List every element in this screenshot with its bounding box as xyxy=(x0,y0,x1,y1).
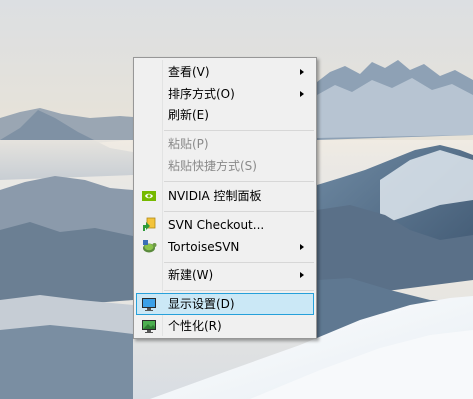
submenu-arrow-icon xyxy=(300,69,304,75)
menu-separator xyxy=(164,262,314,263)
menu-item-nvidia-control-panel[interactable]: NVIDIA 控制面板 xyxy=(136,185,314,207)
menu-item-paste-shortcut-label: 粘贴快捷方式(S) xyxy=(168,159,257,173)
menu-item-svn-checkout[interactable]: SVN Checkout... xyxy=(136,214,314,236)
menu-item-refresh-label: 刷新(E) xyxy=(168,108,209,122)
display-settings-icon xyxy=(142,298,156,311)
menu-item-display-settings-label: 显示设置(D) xyxy=(168,297,235,311)
svn-checkout-icon xyxy=(143,217,156,231)
submenu-arrow-icon xyxy=(300,244,304,250)
desktop-context-menu: 查看(V) 排序方式(O) 刷新(E) 粘贴(P) 粘贴快捷方式(S) NVID… xyxy=(133,57,317,339)
menu-item-new[interactable]: 新建(W) xyxy=(136,264,314,286)
personalize-icon xyxy=(142,320,156,333)
menu-item-sort-label: 排序方式(O) xyxy=(168,87,235,101)
tortoisesvn-icon xyxy=(143,240,157,253)
menu-item-personalize[interactable]: 个性化(R) xyxy=(136,315,314,337)
menu-separator xyxy=(164,211,314,212)
menu-item-paste[interactable]: 粘贴(P) xyxy=(136,133,314,155)
menu-separator xyxy=(164,130,314,131)
menu-item-view[interactable]: 查看(V) xyxy=(136,61,314,83)
menu-item-personalize-label: 个性化(R) xyxy=(168,319,222,333)
menu-separator xyxy=(164,290,314,291)
submenu-arrow-icon xyxy=(300,91,304,97)
menu-item-new-label: 新建(W) xyxy=(168,268,214,282)
menu-separator xyxy=(164,181,314,182)
menu-item-nvidia-label: NVIDIA 控制面板 xyxy=(168,189,262,203)
menu-item-tortoisesvn-label: TortoiseSVN xyxy=(168,240,240,254)
menu-item-refresh[interactable]: 刷新(E) xyxy=(136,104,314,126)
menu-item-tortoisesvn[interactable]: TortoiseSVN xyxy=(136,236,314,258)
menu-item-sort[interactable]: 排序方式(O) xyxy=(136,83,314,105)
menu-item-view-label: 查看(V) xyxy=(168,65,210,79)
menu-item-svn-checkout-label: SVN Checkout... xyxy=(168,218,265,232)
menu-item-paste-shortcut[interactable]: 粘贴快捷方式(S) xyxy=(136,155,314,177)
menu-item-paste-label: 粘贴(P) xyxy=(168,137,209,151)
menu-item-display-settings[interactable]: 显示设置(D) xyxy=(136,293,314,315)
nvidia-icon xyxy=(142,191,156,201)
submenu-arrow-icon xyxy=(300,272,304,278)
